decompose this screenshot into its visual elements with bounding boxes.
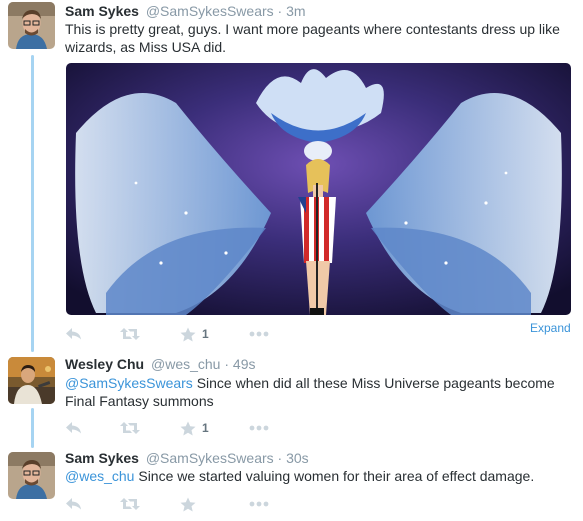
avatar[interactable] [8,357,55,404]
reply-button[interactable] [65,495,82,513]
more-icon [249,331,269,337]
thread-connector [31,408,34,448]
tweet-photo[interactable] [66,63,571,315]
more-button[interactable] [249,495,269,513]
username[interactable]: @SamSykesSwears [146,3,274,19]
separator: · [277,450,283,466]
more-icon [249,501,269,507]
tweet-text: @SamSykesSwears Since when did all these… [65,374,575,410]
retweet-button[interactable] [120,325,140,343]
tweet-header: Sam Sykes @SamSykesSwears · 3m [65,2,306,20]
favorite-count: 1 [202,421,209,435]
favorite-button[interactable]: 1 [180,325,209,343]
timestamp[interactable]: 49s [233,356,256,372]
avatar[interactable] [8,452,55,499]
retweet-button[interactable] [120,419,140,437]
avatar-image [8,452,55,499]
mention-link[interactable]: @SamSykesSwears [65,375,193,391]
star-icon [180,497,196,511]
tweet-text: @wes_chu Since we started valuing women … [65,467,575,485]
avatar-image [8,357,55,404]
timestamp[interactable]: 30s [286,450,309,466]
reply-icon [66,498,81,510]
separator: · [224,356,230,372]
retweet-icon [120,422,140,434]
star-icon [180,421,196,435]
display-name[interactable]: Sam Sykes [65,3,139,19]
timestamp[interactable]: 3m [286,3,305,19]
mention-link[interactable]: @wes_chu [65,468,134,484]
avatar[interactable] [8,2,55,49]
tweet-text: This is pretty great, guys. I want more … [65,21,560,55]
reply-icon [66,422,81,434]
favorite-count: 1 [202,327,209,341]
more-button[interactable] [249,419,269,437]
reply-button[interactable] [65,419,82,437]
expand-link[interactable]: Expand [530,321,571,335]
avatar-image [8,2,55,49]
username[interactable]: @SamSykesSwears [146,450,274,466]
tweet-text-content: Since we started valuing women for their… [134,468,535,484]
retweet-icon [120,498,140,510]
separator: · [277,3,283,19]
display-name[interactable]: Sam Sykes [65,450,139,466]
thread-connector [31,55,34,352]
retweet-button[interactable] [120,495,140,513]
reply-icon [66,328,81,340]
retweet-icon [120,328,140,340]
reply-button[interactable] [65,325,82,343]
more-button[interactable] [249,325,269,343]
favorite-button[interactable] [180,495,196,513]
conversation-thread: Sam Sykes @SamSykesSwears · 3m This is p… [0,0,583,521]
tweet-header: Wesley Chu @wes_chu · 49s [65,355,256,373]
star-icon [180,327,196,341]
display-name[interactable]: Wesley Chu [65,356,144,372]
tweet-header: Sam Sykes @SamSykesSwears · 30s [65,449,309,467]
favorite-button[interactable]: 1 [180,419,209,437]
username[interactable]: @wes_chu [151,356,220,372]
more-icon [249,425,269,431]
